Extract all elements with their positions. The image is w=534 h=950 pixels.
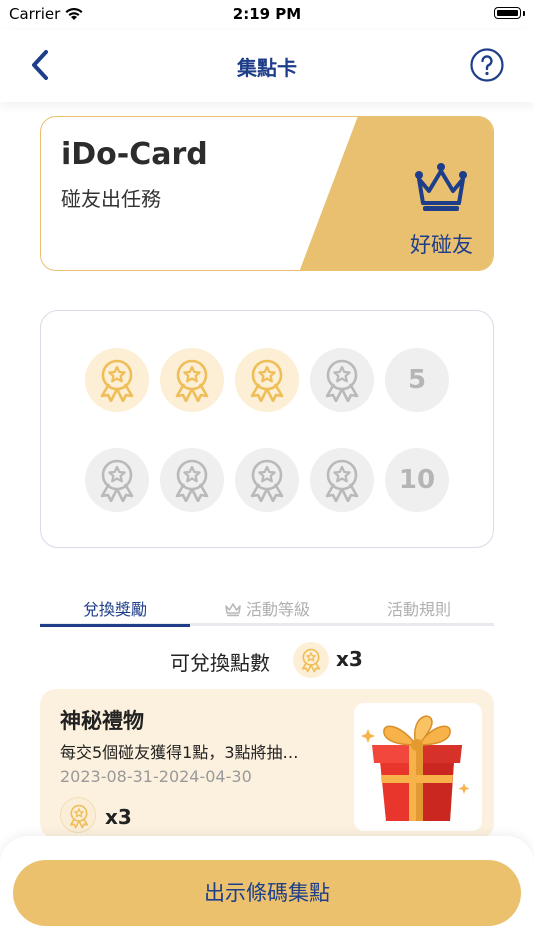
- points-label: 可兌換點數: [170, 651, 270, 675]
- card-name: iDo-Card: [61, 137, 208, 172]
- reward-description: 每交5個碰友獲得1點，3點將抽…: [60, 743, 299, 762]
- stamp-number: 5: [407, 365, 427, 395]
- award-badge-icon: [100, 359, 134, 402]
- bottom-action-bar: 出示條碼集點: [0, 836, 534, 950]
- stamp-8: [235, 448, 299, 512]
- award-badge-icon: [69, 804, 89, 829]
- card-subtitle: 碰友出任務: [61, 187, 161, 211]
- award-badge-icon: [301, 648, 321, 673]
- stamp-5: 5: [385, 348, 449, 412]
- stamp-grid: 5 10: [40, 310, 494, 548]
- show-barcode-button[interactable]: 出示條碼集點: [13, 860, 521, 926]
- reward-card[interactable]: 神秘禮物 每交5個碰友獲得1點，3點將抽… 2023-08-31-2024-04…: [40, 689, 494, 839]
- points-badge: [293, 642, 329, 678]
- battery-icon: [494, 7, 525, 19]
- award-badge-icon: [325, 359, 359, 402]
- award-badge-icon: [175, 359, 209, 402]
- question-circle-icon: [470, 48, 504, 82]
- stamp-6: [85, 448, 149, 512]
- tab-label: 活動等級: [245, 600, 310, 619]
- stamp-10: 10: [385, 448, 449, 512]
- reward-title: 神秘禮物: [60, 709, 144, 733]
- award-badge-icon: [250, 359, 284, 402]
- tab-bar: 兌換獎勵 活動等級 活動規則: [40, 594, 494, 627]
- card-tier: 好碰友: [410, 233, 473, 257]
- tab-redeem-rewards[interactable]: 兌換獎勵: [40, 596, 190, 627]
- navigation-bar: 集點卡: [0, 30, 534, 102]
- reward-date-range: 2023-08-31-2024-04-30: [60, 767, 252, 786]
- award-badge-icon: [175, 459, 209, 502]
- award-badge-icon: [250, 459, 284, 502]
- award-badge-icon: [100, 459, 134, 502]
- page-title: 集點卡: [237, 56, 297, 80]
- member-card: iDo-Card 碰友出任務 好碰友: [40, 116, 494, 271]
- reward-cost-badge: [60, 797, 96, 833]
- stamp-4: [310, 348, 374, 412]
- tab-activity-level[interactable]: 活動等級: [192, 596, 342, 624]
- stamp-3: [235, 348, 299, 412]
- reward-image: [354, 703, 482, 831]
- stamp-9: [310, 448, 374, 512]
- status-bar: Carrier 2:19 PM: [0, 0, 534, 30]
- stamp-7: [160, 448, 224, 512]
- stamp-2: [160, 348, 224, 412]
- stamp-number: 10: [398, 465, 436, 495]
- stamp-1: [85, 348, 149, 412]
- tab-active-indicator: [40, 624, 190, 627]
- crown-icon: [225, 603, 241, 617]
- redeemable-points: 可兌換點數 x3: [0, 640, 534, 680]
- crown-icon: [415, 163, 467, 211]
- tab-activity-rules[interactable]: 活動規則: [344, 596, 494, 624]
- clock: 2:19 PM: [232, 5, 302, 23]
- gift-box-icon: [361, 715, 470, 821]
- reward-cost: x3: [105, 805, 132, 829]
- points-count: x3: [336, 647, 363, 671]
- tab-label: 兌換獎勵: [82, 600, 147, 619]
- help-button[interactable]: [470, 48, 504, 82]
- award-badge-icon: [325, 459, 359, 502]
- tab-label: 活動規則: [386, 600, 451, 619]
